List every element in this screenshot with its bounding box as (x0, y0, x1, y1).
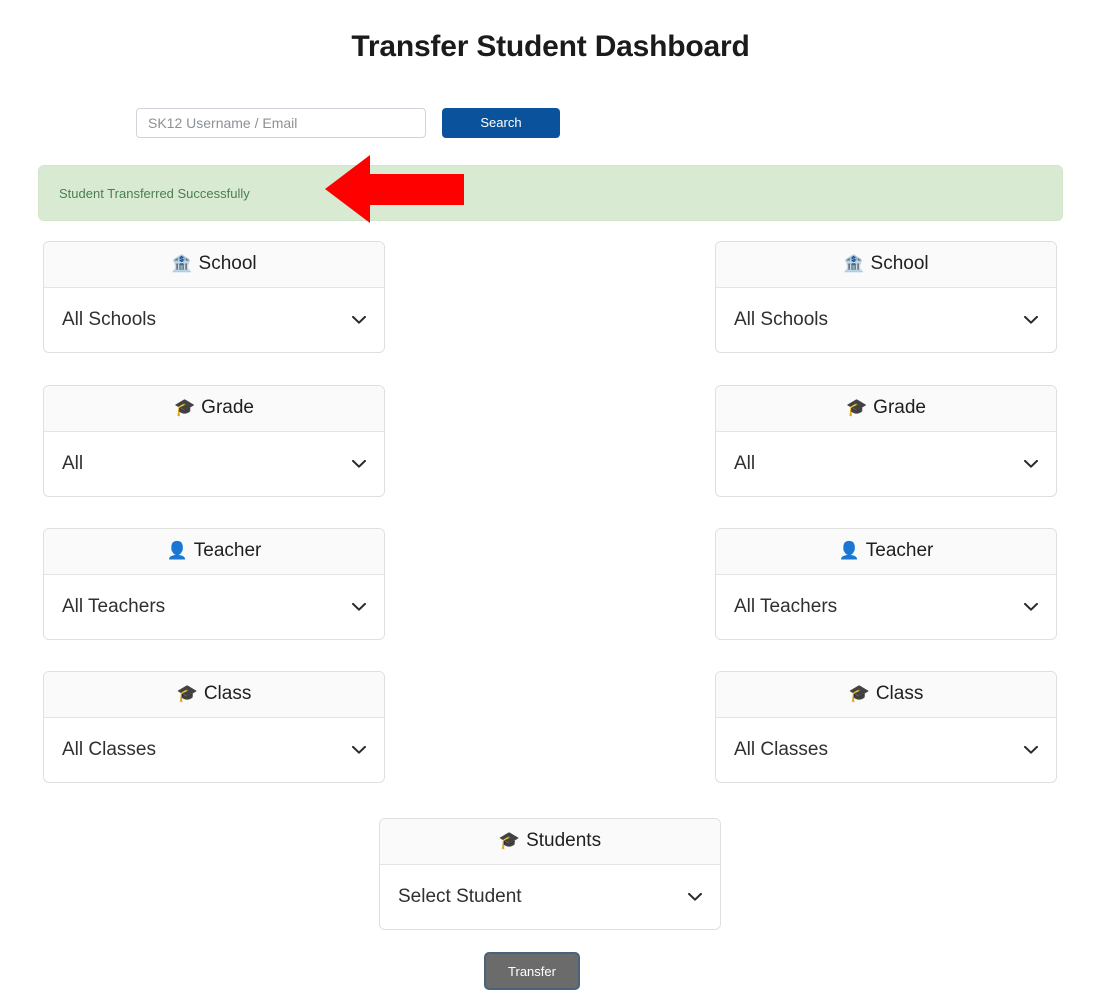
chevron-down-icon (1024, 315, 1038, 325)
user-icon: 👤 (838, 541, 860, 561)
bank-icon: 🏦 (843, 254, 865, 274)
source-grade-card: 🎓 Grade All (43, 385, 385, 497)
destination-class-select-value: All Classes (734, 739, 828, 760)
source-school-select[interactable]: All Schools (44, 288, 384, 352)
destination-school-card: 🏦 School All Schools (715, 241, 1057, 353)
source-class-select[interactable]: All Classes (44, 718, 384, 782)
source-grade-card-header: 🎓 Grade (44, 386, 384, 432)
destination-school-card-header: 🏦 School (716, 242, 1056, 288)
source-class-select-value: All Classes (62, 739, 156, 760)
destination-school-select-value: All Schools (734, 309, 828, 330)
destination-teacher-select[interactable]: All Teachers (716, 575, 1056, 639)
students-select[interactable]: Select Student (380, 865, 720, 929)
students-select-value: Select Student (398, 886, 522, 907)
page-title: Transfer Student Dashboard (351, 30, 750, 63)
source-school-card-title: School (198, 253, 257, 274)
destination-grade-select-value: All (734, 453, 756, 474)
students-card: 🎓 Students Select Student (379, 818, 721, 930)
chevron-down-icon (688, 892, 702, 902)
success-alert-text: Student Transferred Successfully (59, 185, 250, 201)
destination-grade-card-title: Grade (873, 397, 926, 418)
destination-school-card-title: School (870, 253, 929, 274)
destination-teacher-card-title: Teacher (865, 540, 934, 561)
source-teacher-select-value: All Teachers (62, 596, 166, 617)
source-school-select-value: All Schools (62, 309, 156, 330)
chevron-down-icon (352, 745, 366, 755)
source-teacher-card: 👤 Teacher All Teachers (43, 528, 385, 640)
search-row: Search (136, 108, 560, 138)
source-class-card-title: Class (203, 683, 252, 704)
destination-teacher-card-header: 👤 Teacher (716, 529, 1056, 575)
destination-grade-select[interactable]: All (716, 432, 1056, 496)
search-button[interactable]: Search (442, 108, 560, 138)
success-alert: Student Transferred Successfully (38, 165, 1063, 221)
chevron-down-icon (1024, 745, 1038, 755)
chevron-down-icon (1024, 602, 1038, 612)
graduation-cap-icon: 🎓 (174, 398, 196, 418)
source-class-card-header: 🎓 Class (44, 672, 384, 718)
destination-class-card: 🎓 Class All Classes (715, 671, 1057, 783)
chevron-down-icon (352, 315, 366, 325)
source-class-card: 🎓 Class All Classes (43, 671, 385, 783)
source-school-card-header: 🏦 School (44, 242, 384, 288)
transfer-button[interactable]: Transfer (484, 952, 580, 990)
destination-teacher-select-value: All Teachers (734, 596, 838, 617)
search-input[interactable] (136, 108, 426, 138)
destination-class-select[interactable]: All Classes (716, 718, 1056, 782)
destination-grade-card-header: 🎓 Grade (716, 386, 1056, 432)
user-icon: 👤 (166, 541, 188, 561)
source-grade-card-title: Grade (201, 397, 254, 418)
destination-class-card-title: Class (875, 683, 924, 704)
bank-icon: 🏦 (171, 254, 193, 274)
graduation-cap-icon: 🎓 (848, 684, 870, 704)
students-card-header: 🎓 Students (380, 819, 720, 865)
chevron-down-icon (1024, 459, 1038, 469)
chevron-down-icon (352, 459, 366, 469)
graduation-cap-icon: 🎓 (176, 684, 198, 704)
graduation-cap-icon: 🎓 (498, 831, 521, 851)
destination-teacher-card: 👤 Teacher All Teachers (715, 528, 1057, 640)
source-grade-select-value: All (62, 453, 84, 474)
source-grade-select[interactable]: All (44, 432, 384, 496)
source-school-card: 🏦 School All Schools (43, 241, 385, 353)
destination-grade-card: 🎓 Grade All (715, 385, 1057, 497)
students-card-title: Students (526, 830, 602, 851)
source-teacher-select[interactable]: All Teachers (44, 575, 384, 639)
destination-class-card-header: 🎓 Class (716, 672, 1056, 718)
chevron-down-icon (352, 602, 366, 612)
graduation-cap-icon: 🎓 (846, 398, 868, 418)
source-teacher-card-header: 👤 Teacher (44, 529, 384, 575)
destination-school-select[interactable]: All Schools (716, 288, 1056, 352)
source-teacher-card-title: Teacher (193, 540, 262, 561)
